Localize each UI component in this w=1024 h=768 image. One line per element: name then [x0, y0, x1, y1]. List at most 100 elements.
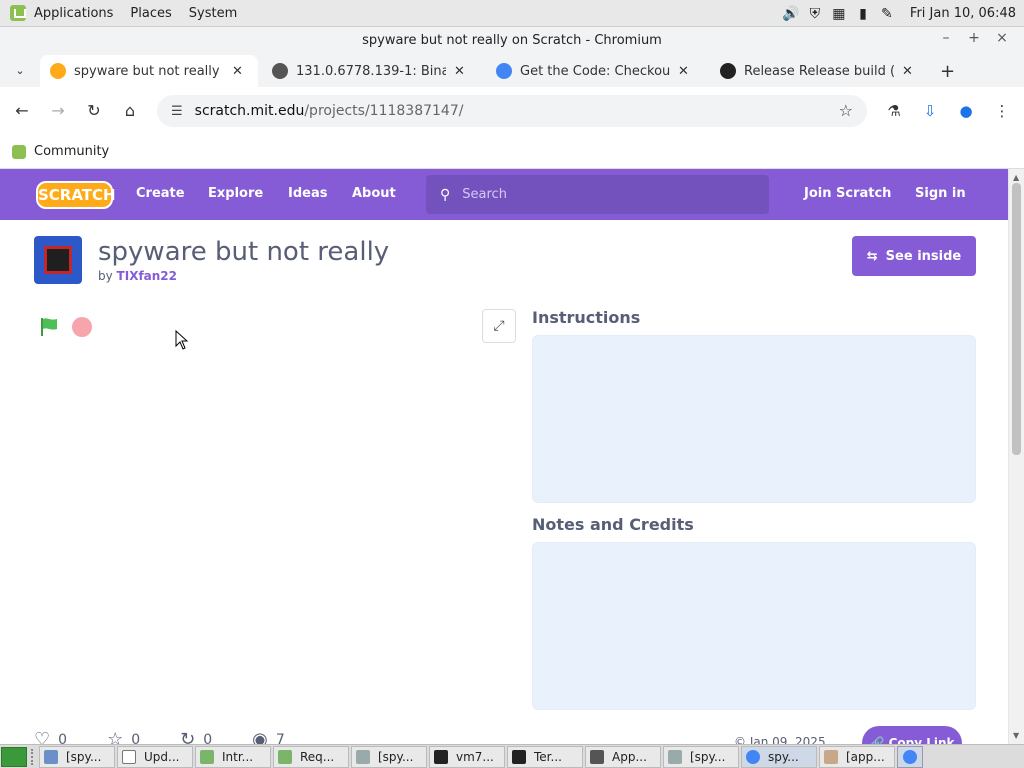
task-label: Intr... [222, 749, 254, 764]
green-flag-icon[interactable] [38, 316, 60, 338]
fullscreen-icon[interactable]: ⤢ [482, 309, 516, 343]
os-menu-applications[interactable]: Applications [34, 6, 113, 21]
profile-icon[interactable]: ● [954, 99, 978, 123]
google-favicon-icon [496, 63, 512, 79]
taskbar-item[interactable]: [spy... [663, 745, 739, 768]
tab-label: Get the Code: Checkout, B [520, 63, 670, 79]
notes-heading: Notes and Credits [532, 515, 694, 534]
taskbar-item[interactable]: Upd... [117, 745, 193, 768]
os-menu-places[interactable]: Places [130, 6, 171, 21]
scratch-logo[interactable]: SCRATCH [36, 181, 116, 209]
favorite-count: 0 [131, 731, 141, 745]
project-title: spyware but not really [98, 237, 390, 267]
scratch-navbar: SCRATCH Create Explore Ideas About ⚲ Joi… [0, 169, 1008, 220]
home-icon[interactable]: ⌂ [118, 99, 142, 123]
page-scrollbar[interactable]: ▲ ▼ [1008, 169, 1024, 744]
project-date: © Jan 09, 2025 [734, 735, 826, 744]
tab-label: Release Release build (v2 [744, 63, 894, 79]
instructions-box[interactable] [532, 335, 976, 503]
task-label: Req... [300, 749, 335, 764]
bookmark-community[interactable]: Community [34, 144, 109, 159]
scroll-up-icon[interactable]: ▲ [1013, 173, 1019, 182]
tab-search-chevron-down-icon[interactable]: ⌄ [10, 61, 30, 81]
back-arrow-icon[interactable]: ← [10, 99, 34, 123]
tab-close-icon[interactable]: ✕ [232, 64, 243, 79]
nav-explore[interactable]: Explore [208, 186, 263, 201]
project-stats: ♡ 0 ☆ 0 ↻ 0 ◉ 7 [34, 729, 285, 744]
copy-link-label: Copy Link [888, 736, 955, 744]
task-label: [spy... [378, 749, 414, 764]
tab-close-icon[interactable]: ✕ [678, 64, 689, 79]
forward-arrow-icon[interactable]: → [46, 99, 70, 123]
task-label: [spy... [66, 749, 102, 764]
love-stat[interactable]: ♡ 0 [34, 729, 67, 744]
network-icon[interactable]: ▦ [830, 5, 848, 23]
favorite-stat[interactable]: ☆ 0 [107, 729, 140, 744]
url-path: /projects/1118387147/ [304, 103, 464, 119]
page-viewport: SCRATCH Create Explore Ideas About ⚲ Joi… [0, 169, 1024, 744]
taskbar-item-active[interactable]: spy... [741, 745, 817, 768]
chromium-launcher-icon[interactable] [897, 745, 923, 768]
tab-release-build[interactable]: Release Release build (v2 ✕ [710, 55, 928, 87]
minimize-icon[interactable]: – [932, 30, 960, 46]
labs-flask-icon[interactable]: ⚗ [882, 99, 906, 123]
stop-icon[interactable] [72, 317, 92, 337]
download-icon[interactable]: ⇩ [918, 99, 942, 123]
pen-icon[interactable]: ✎ [878, 5, 896, 23]
clipboard-icon[interactable]: ▮ [854, 5, 872, 23]
tab-close-icon[interactable]: ✕ [902, 64, 913, 79]
nav-create[interactable]: Create [136, 186, 185, 201]
heart-icon: ♡ [34, 729, 51, 744]
remix-count: 0 [203, 731, 213, 745]
see-inside-button[interactable]: ⇆ See inside [852, 236, 976, 276]
author-link[interactable]: TIXfan22 [117, 269, 177, 283]
bookmark-star-icon[interactable]: ☆ [839, 101, 853, 120]
url-host: scratch.mit.edu [194, 103, 305, 119]
taskbar-item[interactable]: Ter... [507, 745, 583, 768]
taskbar-item[interactable]: [app... [819, 745, 895, 768]
reload-icon[interactable]: ↻ [82, 99, 106, 123]
copy-link-button[interactable]: 🔗 Copy Link [862, 726, 962, 744]
task-label: [spy... [690, 749, 726, 764]
os-menu-system[interactable]: System [189, 6, 237, 21]
tab-binaries[interactable]: 131.0.6778.139-1: Binaries ✕ [262, 55, 480, 87]
taskbar-item[interactable]: [spy... [351, 745, 427, 768]
notes-box[interactable] [532, 542, 976, 710]
task-label: Upd... [144, 749, 180, 764]
see-inside-label: See inside [885, 248, 962, 264]
join-scratch-link[interactable]: Join Scratch [804, 186, 891, 201]
mint-menu-icon[interactable] [10, 5, 26, 21]
app-icon [824, 749, 838, 764]
show-desktop-icon[interactable] [1, 746, 27, 767]
project-thumbnail[interactable] [34, 236, 82, 284]
scrollbar-thumb[interactable] [1012, 183, 1021, 455]
os-clock[interactable]: Fri Jan 10, 06:48 [910, 6, 1016, 21]
nav-about[interactable]: About [352, 186, 396, 201]
mouse-cursor-icon [175, 330, 189, 350]
volume-icon[interactable]: 🔊 [782, 5, 800, 23]
taskbar-item[interactable]: [spy... [39, 745, 115, 768]
taskbar-item[interactable]: vm7... [429, 745, 505, 768]
os-taskbar: [spy... Upd... Intr... Req... [spy... vm… [0, 744, 1024, 768]
new-tab-plus-icon[interactable]: + [940, 61, 955, 82]
taskbar-item[interactable]: App... [585, 745, 661, 768]
task-label: vm7... [456, 749, 494, 764]
close-window-icon[interactable]: × [988, 30, 1016, 46]
maximize-icon[interactable]: + [960, 30, 988, 46]
address-bar[interactable]: ☰ scratch.mit.edu/projects/1118387147/ ☆ [157, 95, 867, 127]
app-icon [590, 749, 604, 764]
scroll-down-icon[interactable]: ▼ [1013, 731, 1019, 740]
tab-close-icon[interactable]: ✕ [454, 64, 465, 79]
taskbar-item[interactable]: Req... [273, 745, 349, 768]
more-menu-icon[interactable]: ⋮ [990, 99, 1014, 123]
remix-icon: ⇆ [866, 248, 878, 264]
sign-in-link[interactable]: Sign in [915, 186, 966, 201]
app-icon [200, 749, 214, 764]
search-input[interactable] [462, 187, 743, 202]
site-info-icon[interactable]: ☰ [171, 104, 183, 119]
taskbar-item[interactable]: Intr... [195, 745, 271, 768]
nav-ideas[interactable]: Ideas [288, 186, 327, 201]
tab-get-the-code[interactable]: Get the Code: Checkout, B ✕ [486, 55, 704, 87]
tab-scratch-project[interactable]: spyware but not really on ✕ [40, 55, 258, 87]
shield-icon[interactable]: ⛨ [806, 5, 824, 23]
